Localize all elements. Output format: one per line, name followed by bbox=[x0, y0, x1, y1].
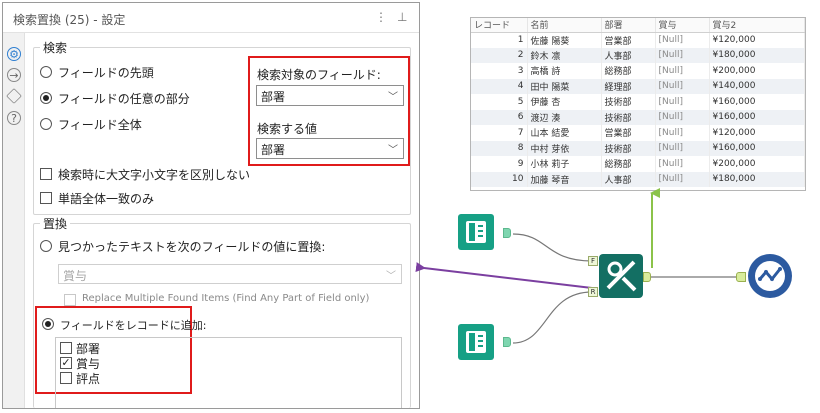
input-data-tool-2[interactable] bbox=[458, 324, 494, 360]
connectors bbox=[415, 188, 736, 344]
output-anchor[interactable] bbox=[503, 228, 511, 238]
replace-anchor[interactable]: R bbox=[588, 287, 598, 297]
output-anchor[interactable] bbox=[643, 272, 651, 282]
find-replace-tool[interactable] bbox=[599, 254, 643, 298]
find-anchor[interactable]: F bbox=[588, 256, 598, 266]
browse-icon bbox=[755, 261, 785, 291]
input-book-icon bbox=[466, 331, 486, 353]
browse-tool[interactable] bbox=[748, 254, 792, 298]
output-anchor[interactable] bbox=[503, 337, 511, 347]
connector-input2-to-replace bbox=[512, 291, 593, 344]
find-replace-icon bbox=[606, 260, 637, 292]
arrow-to-config bbox=[415, 262, 593, 289]
input-data-tool-1[interactable] bbox=[458, 214, 494, 250]
input-book-icon bbox=[466, 221, 486, 243]
connector-input1-to-find bbox=[512, 233, 593, 262]
input-anchor[interactable] bbox=[736, 272, 746, 282]
